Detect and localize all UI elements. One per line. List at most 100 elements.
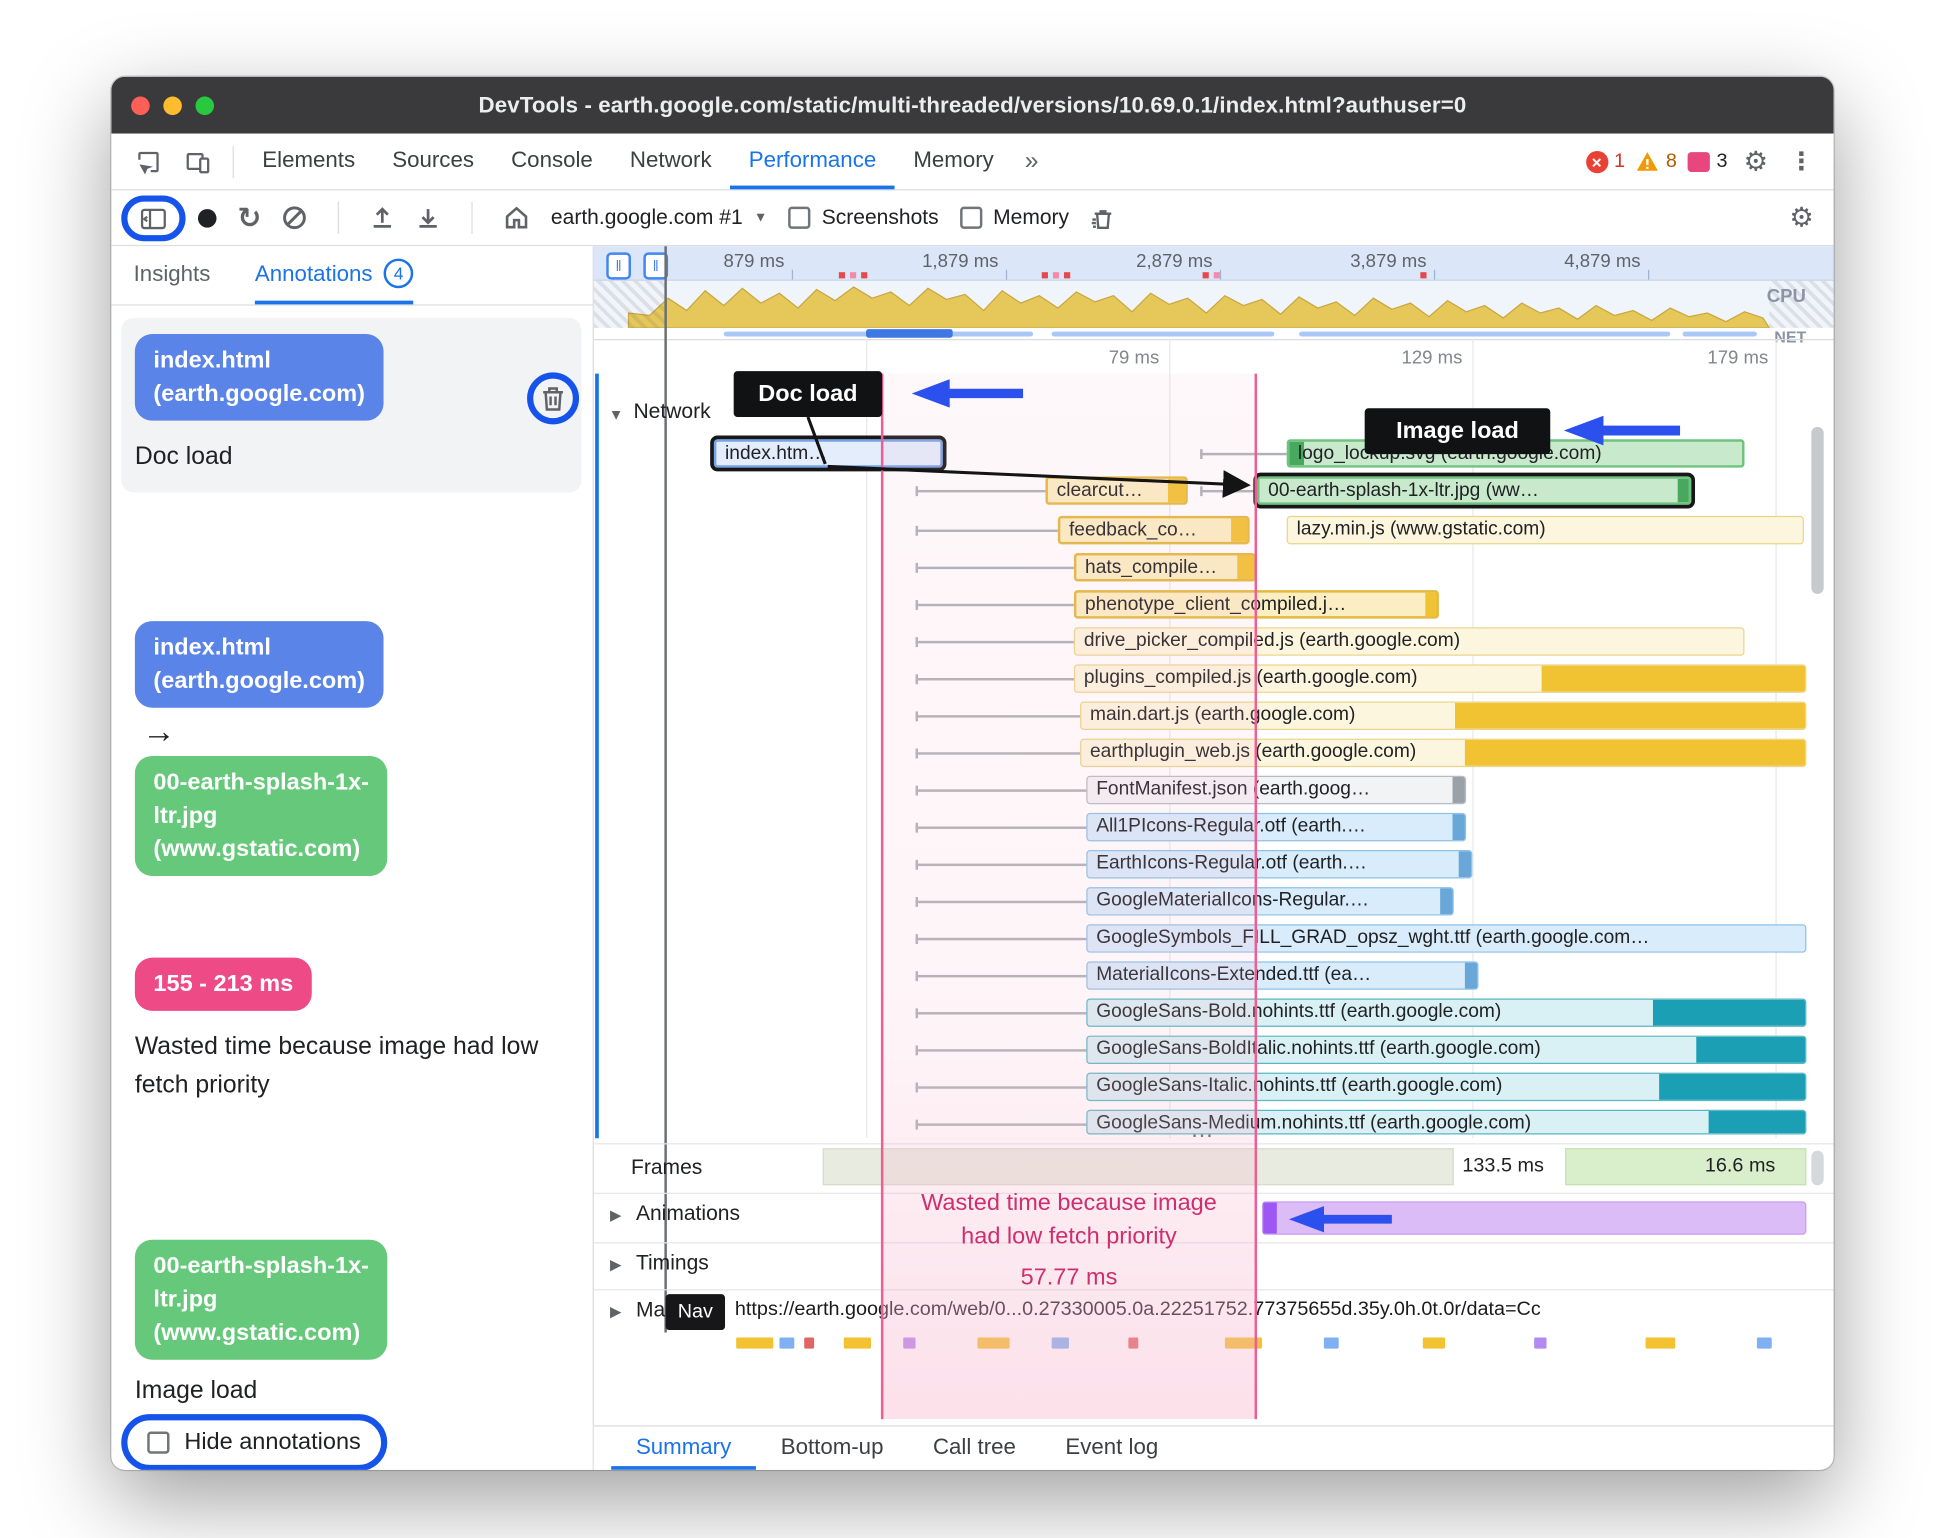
network-overview-strip xyxy=(594,328,1834,339)
tab-elements[interactable]: Elements xyxy=(244,134,374,190)
annotation-card-link[interactable]: index.html (earth.google.com) → 00-earth… xyxy=(121,605,581,892)
frames-track-label[interactable]: Frames xyxy=(631,1156,702,1181)
network-request-bar[interactable]: All1PIcons-Regular.otf (earth.… xyxy=(1086,812,1467,842)
network-request-bar[interactable]: GoogleSans-Italic.nohints.ttf (earth.goo… xyxy=(1086,1072,1807,1102)
details-tabbar: Summary Bottom-up Call tree Event log xyxy=(593,1425,1834,1470)
network-request-bar[interactable]: plugins_compiled.js (earth.google.com) xyxy=(1073,664,1807,693)
ruler-tick xyxy=(791,269,794,280)
activity-chip xyxy=(736,1337,774,1349)
zoom-button[interactable] xyxy=(195,96,215,116)
tab-console[interactable]: Console xyxy=(493,134,612,190)
vertical-scrollbar-thumb[interactable] xyxy=(1811,426,1824,594)
network-request-bar[interactable]: drive_picker_compiled.js (earth.google.c… xyxy=(1073,627,1745,656)
issues-badge[interactable]: 3 xyxy=(1688,150,1728,172)
time-range-pill[interactable]: 155 - 213 ms xyxy=(134,957,312,1011)
network-request-bar[interactable]: main.dart.js (earth.google.com) xyxy=(1080,701,1807,730)
annotation-link-from-pill[interactable]: index.html (earth.google.com) xyxy=(134,621,384,708)
network-request-bar[interactable]: GoogleSans-BoldItalic.nohints.ttf (earth… xyxy=(1086,1035,1807,1065)
annotation-label[interactable]: Image load xyxy=(135,1372,568,1410)
request-whisker xyxy=(915,859,1087,870)
error-badge[interactable]: × 1 xyxy=(1585,150,1625,173)
tab-annotations[interactable]: Annotations 4 xyxy=(254,246,414,305)
trash-icon[interactable] xyxy=(538,384,568,414)
tab-network[interactable]: Network xyxy=(611,134,730,190)
network-request-bar[interactable]: 00-earth-splash-1x-ltr.jpg (ww… xyxy=(1253,472,1696,509)
request-label: drive_picker_compiled.js (earth.google.c… xyxy=(1083,629,1461,651)
target-selector[interactable]: earth.google.com #1 ▼ xyxy=(551,205,767,230)
more-menu-icon[interactable]: ⋮ xyxy=(1784,146,1819,177)
cpu-overview-chart[interactable] xyxy=(593,280,1834,329)
memory-checkbox[interactable] xyxy=(959,206,982,229)
download-profile-icon[interactable] xyxy=(416,205,441,230)
hide-annotations-checkbox[interactable] xyxy=(147,1431,170,1454)
scrollbar-thumb[interactable] xyxy=(1811,1150,1824,1186)
download-segment xyxy=(1458,851,1472,878)
settings-gear-icon[interactable]: ⚙ xyxy=(1739,145,1773,177)
annotation-source-pill[interactable]: 00-earth-splash-1x- ltr.jpg (www.gstatic… xyxy=(134,1239,388,1360)
device-toolbar-icon[interactable] xyxy=(173,134,222,190)
annotation-label[interactable]: Wasted time because image had low fetch … xyxy=(135,1028,543,1105)
screenshots-checkbox[interactable] xyxy=(788,206,811,229)
more-tabs-icon[interactable]: » xyxy=(1012,134,1051,190)
tab-call-tree[interactable]: Call tree xyxy=(908,1427,1040,1470)
upload-profile-icon[interactable] xyxy=(370,205,395,230)
tab-bottom-up[interactable]: Bottom-up xyxy=(756,1427,908,1470)
nav-flag[interactable]: Nav xyxy=(665,1294,726,1331)
tab-performance[interactable]: Performance xyxy=(730,134,895,190)
main-collapse-caret[interactable]: ▶ xyxy=(610,1303,621,1320)
chevron-down-icon: ▼ xyxy=(753,210,768,226)
tab-event-log[interactable]: Event log xyxy=(1041,1427,1183,1470)
network-request-bar[interactable]: GoogleMaterialIcons-Regular.… xyxy=(1086,887,1454,916)
clear-button[interactable] xyxy=(282,205,307,230)
close-button[interactable] xyxy=(131,96,150,116)
reload-record-button[interactable]: ↻ xyxy=(238,203,262,232)
toggle-sidebar-icon[interactable] xyxy=(140,206,167,231)
timings-collapse-caret[interactable]: ▶ xyxy=(610,1256,621,1273)
network-request-bar[interactable]: lazy.min.js (www.gstatic.com) xyxy=(1286,515,1804,545)
warning-badge[interactable]: 8 xyxy=(1636,150,1677,172)
network-request-bar[interactable]: EarthIcons-Regular.otf (earth.… xyxy=(1086,849,1473,879)
annotation-label[interactable]: Doc load xyxy=(135,438,568,476)
network-request-bar[interactable]: feedback_co… xyxy=(1057,515,1250,545)
animations-collapse-caret[interactable]: ▶ xyxy=(610,1206,621,1223)
network-request-bar[interactable]: MaterialIcons-Extended.ttf (ea… xyxy=(1086,961,1479,990)
annotation-card-time-range[interactable]: 155 - 213 ms Wasted time because image h… xyxy=(121,942,581,1121)
minimize-button[interactable] xyxy=(163,96,182,116)
tab-sources[interactable]: Sources xyxy=(374,134,493,190)
annotation-card-image-load[interactable]: 00-earth-splash-1x- ltr.jpg (www.gstatic… xyxy=(121,1224,581,1427)
doc-load-flag[interactable]: Doc load xyxy=(733,371,883,417)
network-request-bar[interactable]: hats_compile… xyxy=(1073,553,1256,582)
network-request-bar[interactable]: GoogleSans-Bold.nohints.ttf (earth.googl… xyxy=(1086,998,1807,1027)
image-load-flag[interactable]: Image load xyxy=(1364,408,1551,455)
network-request-bar[interactable]: GoogleSymbols_FILL_GRAD_opsz_wght.ttf (e… xyxy=(1086,924,1807,953)
network-track-label[interactable]: Network xyxy=(633,400,710,425)
network-request-bar[interactable]: index.htm… xyxy=(710,435,947,472)
frame-bar[interactable] xyxy=(822,1148,1454,1186)
home-icon[interactable] xyxy=(504,205,530,230)
annotation-link-to-pill[interactable]: 00-earth-splash-1x- ltr.jpg (www.gstatic… xyxy=(134,755,388,876)
annotation-card-doc-load[interactable]: index.html (earth.google.com) Doc load xyxy=(121,317,582,493)
tab-insights[interactable]: Insights xyxy=(134,246,211,304)
network-request-bar[interactable]: phenotype_client_compiled.j… xyxy=(1073,590,1439,619)
more-requests-indicator[interactable]: … xyxy=(1190,1117,1215,1144)
network-request-bar[interactable]: FontManifest.json (earth.goog… xyxy=(1086,775,1467,805)
capture-settings-gear-icon[interactable]: ⚙ xyxy=(1784,202,1833,234)
collect-garbage-icon[interactable] xyxy=(1090,205,1116,231)
tab-summary[interactable]: Summary xyxy=(611,1427,756,1470)
annotation-source-pill[interactable]: index.html (earth.google.com) xyxy=(134,334,384,421)
frame-duration: 133.5 ms xyxy=(1462,1155,1544,1177)
download-segment xyxy=(1696,1036,1806,1063)
inspect-element-icon[interactable] xyxy=(124,134,173,190)
network-request-bar[interactable]: clearcut… xyxy=(1045,476,1188,505)
record-button[interactable] xyxy=(197,208,217,228)
ruler-time-label: 3,879 ms xyxy=(1350,251,1427,273)
tab-memory[interactable]: Memory xyxy=(895,134,1013,190)
main-track-label[interactable]: Ma xyxy=(636,1298,665,1323)
timings-track-label[interactable]: Timings xyxy=(636,1251,709,1276)
request-label: GoogleSans-Medium.nohints.ttf (earth.goo… xyxy=(1096,1112,1532,1134)
activity-chip xyxy=(977,1337,1010,1349)
network-request-bar[interactable]: earthplugin_web.js (earth.google.com) xyxy=(1080,738,1807,768)
trace-bounds-handle-left[interactable]: ‖ xyxy=(606,252,631,280)
animations-track-label[interactable]: Animations xyxy=(636,1201,740,1226)
network-collapse-caret[interactable]: ▼ xyxy=(609,406,624,423)
